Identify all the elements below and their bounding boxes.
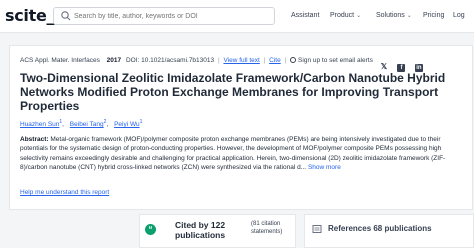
doi[interactable]: DOI: 10.1021/acsami.7b13013 <box>126 57 214 64</box>
author-link[interactable]: Huazhen Sun <box>20 121 59 128</box>
references-icon <box>312 225 322 233</box>
author-link[interactable]: Beibei Tang <box>70 121 104 128</box>
divider: | <box>217 57 220 64</box>
help-understand-link[interactable]: Help me understand this report <box>20 189 109 196</box>
author-link[interactable]: Peiyi Wu <box>114 121 140 128</box>
nav-solutions[interactable]: Solutions ⌄ <box>376 12 412 19</box>
cited-by-panel[interactable]: “ Cited by 122 publications (81 citation… <box>139 214 296 248</box>
divider: | <box>263 57 266 64</box>
divider: | <box>284 57 287 64</box>
nav-product[interactable]: Product ⌄ <box>330 12 361 19</box>
abstract: Abstract: Metal-organic framework (MOF)/… <box>20 135 466 172</box>
paper-card: ACS Appl. Mater. Interfaces 2017 DOI: 10… <box>9 45 473 210</box>
references-panel[interactable]: References 68 publications <box>304 214 474 248</box>
citation-statements: (81 citation statements) <box>251 221 283 235</box>
chevron-down-icon: ⌄ <box>406 13 412 19</box>
show-more-link[interactable]: Show more <box>308 164 341 171</box>
author-affiliation-marker: 1 <box>139 119 143 125</box>
abstract-label: Abstract: <box>20 136 49 143</box>
nav-assistant[interactable]: Assistant <box>291 12 319 19</box>
paper-meta: ACS Appl. Mater. Interfaces 2017 DOI: 10… <box>20 57 373 64</box>
sign-up-alerts[interactable]: Sign up to set email alerts <box>290 57 373 64</box>
chevron-down-icon: ⌄ <box>356 13 362 19</box>
abstract-text: Metal-organic framework (MOF)/polymer co… <box>20 136 446 171</box>
search-box[interactable] <box>53 7 275 25</box>
nav-login[interactable]: Log <box>453 12 465 19</box>
journal-name: ACS Appl. Mater. Interfaces <box>20 57 100 64</box>
publication-year: 2017 <box>106 57 122 64</box>
cite-link[interactable]: Cite <box>269 57 281 64</box>
scite-logo[interactable]: scite_ <box>5 6 55 25</box>
separator: , <box>62 121 64 129</box>
cited-by-count: Cited by 122 publications <box>175 220 226 240</box>
quote-icon: “ <box>145 224 156 235</box>
twitter-icon[interactable]: 𝕏 <box>380 63 388 71</box>
sign-up-alerts-label: Sign up to set email alerts <box>298 57 373 64</box>
author-list: Huazhen Sun1, Beibei Tang2, Peiyi Wu1 <box>20 119 142 128</box>
view-full-text-link[interactable]: View full text <box>223 57 259 64</box>
references-count: References 68 publications <box>328 224 432 233</box>
search-icon <box>61 11 71 21</box>
bell-icon <box>290 57 297 63</box>
top-navigation-bar: scite_ Assistant Product⌄ Solutions⌄ Pri… <box>0 0 474 33</box>
paper-title: Two-Dimensional Zeolitic Imidazolate Fra… <box>20 71 446 113</box>
search-input[interactable] <box>74 9 270 23</box>
nav-pricing[interactable]: Pricing <box>423 12 444 19</box>
separator: , <box>106 121 109 129</box>
nav-product-label: Product <box>330 12 355 19</box>
nav-solutions-label: Solutions <box>376 12 405 19</box>
